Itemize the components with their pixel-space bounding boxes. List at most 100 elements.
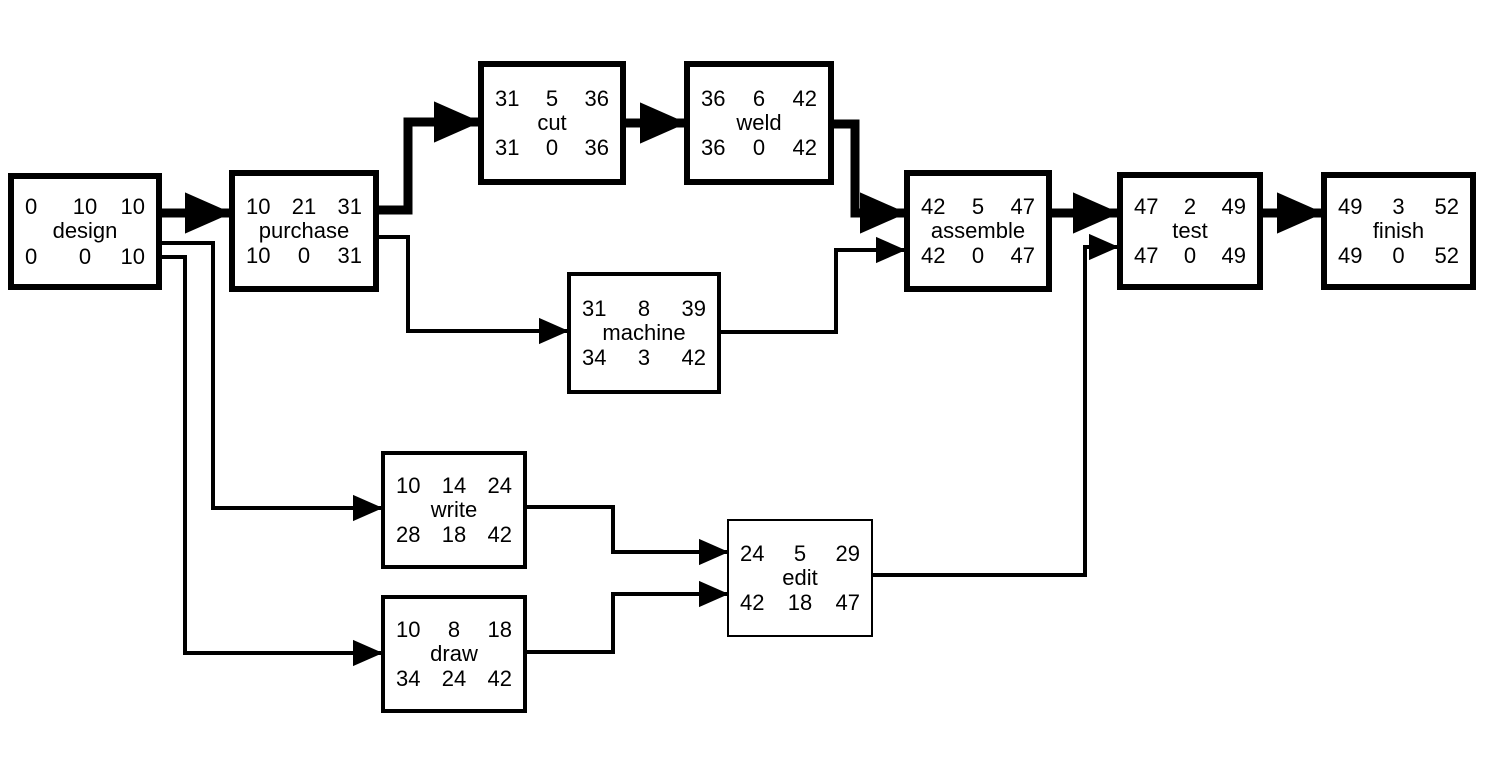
node-weld-late-finish: 42 (792, 135, 817, 161)
node-assemble-top-row: 42 5 47 (910, 195, 1046, 218)
node-write-top-row: 10 14 24 (385, 474, 523, 497)
node-design-early-finish: 10 (120, 194, 145, 220)
connector-edit-test (873, 233, 1119, 577)
node-cut-early-finish: 36 (584, 85, 609, 111)
node-test-label: test (1172, 217, 1208, 243)
node-cut-slack: 0 (545, 135, 559, 161)
node-test[interactable]: 47 2 49 test 47 0 49 (1117, 172, 1263, 290)
node-weld-top-row: 36 6 42 (690, 87, 828, 110)
node-edit-late-finish: 47 (835, 590, 860, 616)
connector-machine-assemble (721, 236, 906, 334)
node-edit-late-start: 42 (740, 590, 765, 616)
node-write-early-finish: 24 (487, 472, 512, 498)
node-finish[interactable]: 49 3 52 finish 49 0 52 (1321, 172, 1476, 290)
node-machine-late-finish: 42 (681, 345, 706, 371)
node-test-duration: 2 (1183, 193, 1197, 219)
node-finish-early-start: 49 (1338, 193, 1363, 219)
node-finish-early-finish: 52 (1434, 193, 1459, 219)
node-assemble-label: assemble (930, 217, 1026, 243)
node-write-early-start: 10 (396, 472, 421, 498)
node-edit-early-start: 24 (740, 540, 765, 566)
node-design-label: design (52, 218, 118, 244)
node-weld-early-start: 36 (701, 85, 726, 111)
node-write-late-finish: 42 (487, 522, 512, 548)
node-purchase-top-row: 10 21 31 (235, 195, 373, 218)
node-write-label: write (430, 496, 478, 522)
node-draw[interactable]: 10 8 18 draw 34 24 42 (381, 595, 527, 713)
node-machine-top-row: 31 8 39 (571, 297, 717, 320)
node-weld-label: weld (736, 109, 782, 135)
node-design[interactable]: 0 10 10 design 0 0 10 (8, 173, 162, 290)
node-assemble-bottom-row: 42 0 47 (910, 244, 1046, 267)
node-test-early-start: 47 (1134, 193, 1159, 219)
connector-purchase-cut (379, 101, 481, 215)
node-cut-top-row: 31 5 36 (484, 87, 620, 110)
node-test-late-start: 47 (1134, 243, 1159, 269)
node-cut-early-start: 31 (495, 85, 520, 111)
node-assemble-late-finish: 47 (1010, 243, 1035, 269)
node-cut-duration: 5 (545, 85, 559, 111)
node-write-duration: 14 (441, 472, 467, 498)
node-assemble-slack: 0 (971, 243, 985, 269)
connector-weld-assemble (834, 119, 907, 234)
node-weld[interactable]: 36 6 42 weld 36 0 42 (684, 61, 834, 185)
node-cut-bottom-row: 31 0 36 (484, 136, 620, 159)
node-test-top-row: 47 2 49 (1123, 195, 1257, 218)
node-write-slack: 18 (441, 522, 467, 548)
connector-design-draw (162, 255, 383, 667)
node-draw-early-start: 10 (396, 616, 421, 642)
node-purchase-slack: 0 (297, 243, 311, 269)
node-edit-early-finish: 29 (835, 540, 860, 566)
node-assemble-duration: 5 (971, 193, 985, 219)
node-purchase-bottom-row: 10 0 31 (235, 244, 373, 267)
node-cut-late-start: 31 (495, 135, 520, 161)
node-draw-label: draw (430, 640, 478, 666)
node-write-bottom-row: 28 18 42 (385, 523, 523, 546)
node-machine[interactable]: 31 8 39 machine 34 3 42 (567, 272, 721, 394)
node-purchase-label: purchase (258, 217, 350, 243)
node-test-bottom-row: 47 0 49 (1123, 244, 1257, 267)
node-assemble-early-start: 42 (921, 193, 946, 219)
node-draw-bottom-row: 34 24 42 (385, 667, 523, 690)
node-purchase-late-start: 10 (246, 243, 271, 269)
node-design-bottom-row: 0 0 10 (14, 243, 156, 269)
node-machine-bottom-row: 34 3 42 (571, 346, 717, 369)
network-diagram-canvas: 0 10 10 design 0 0 10 10 21 31 purchase 10 0 31 31 5 36 c… (0, 0, 1495, 772)
node-cut-label: cut (537, 109, 567, 135)
node-write[interactable]: 10 14 24 write 28 18 42 (381, 451, 527, 569)
node-finish-late-start: 49 (1338, 243, 1363, 269)
node-purchase-duration: 21 (291, 193, 317, 219)
node-draw-duration: 8 (447, 616, 461, 642)
node-design-duration: 10 (72, 194, 98, 220)
connector-write-edit (527, 505, 729, 566)
node-finish-late-finish: 52 (1434, 243, 1459, 269)
node-weld-early-finish: 42 (792, 85, 817, 111)
node-draw-late-finish: 42 (487, 666, 512, 692)
node-test-early-finish: 49 (1221, 193, 1246, 219)
node-edit-slack: 18 (787, 590, 813, 616)
connector-draw-edit (527, 580, 729, 654)
node-cut[interactable]: 31 5 36 cut 31 0 36 (478, 61, 626, 185)
node-draw-late-start: 34 (396, 666, 421, 692)
node-assemble[interactable]: 42 5 47 assemble 42 0 47 (904, 170, 1052, 292)
node-edit[interactable]: 24 5 29 edit 42 18 47 (727, 519, 873, 637)
node-test-slack: 0 (1183, 243, 1197, 269)
node-finish-top-row: 49 3 52 (1327, 195, 1470, 218)
node-machine-late-start: 34 (582, 345, 607, 371)
node-design-early-start: 0 (25, 194, 38, 220)
node-machine-label: machine (602, 319, 686, 345)
node-design-late-finish: 10 (120, 243, 145, 269)
node-machine-duration: 8 (637, 295, 651, 321)
node-weld-bottom-row: 36 0 42 (690, 136, 828, 159)
node-purchase-early-start: 10 (246, 193, 271, 219)
node-draw-top-row: 10 8 18 (385, 618, 523, 641)
node-design-slack: 0 (78, 243, 92, 269)
node-finish-bottom-row: 49 0 52 (1327, 244, 1470, 267)
node-draw-early-finish: 18 (487, 616, 512, 642)
node-purchase[interactable]: 10 21 31 purchase 10 0 31 (229, 170, 379, 292)
node-write-late-start: 28 (396, 522, 421, 548)
node-design-top-row: 0 10 10 (14, 195, 156, 218)
connector-purchase-machine (379, 235, 569, 345)
node-finish-label: finish (1372, 217, 1425, 243)
node-assemble-early-finish: 47 (1010, 193, 1035, 219)
